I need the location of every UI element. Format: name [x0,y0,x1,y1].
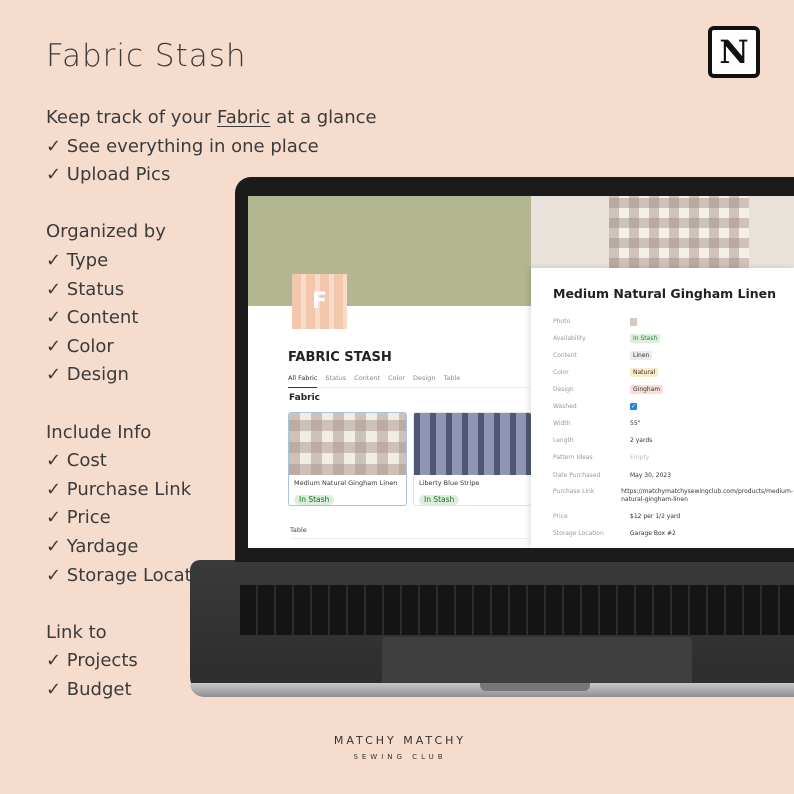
page-title: FABRIC STASH [288,350,392,365]
value-text: May 30, 2023 [630,472,672,479]
property-value[interactable]: Garage Box #2 [630,530,793,538]
property-label: Width [553,420,571,427]
property-value[interactable]: Empty [630,454,793,462]
brand-logo: MATCHY MATCHY SEWING CLUB [333,734,467,761]
property-label: Photo [553,318,571,325]
trackpad [382,637,692,685]
property-row: Storage Location Garage Box #2 [553,530,793,538]
property-label: Length [553,437,574,444]
detail-cover [531,196,794,268]
tab-status[interactable]: Status [325,374,346,382]
value-text: Gingham [630,385,664,394]
property-value[interactable]: $12 per 1/2 yard [630,513,793,521]
property-label: Storage Location [553,530,604,537]
notion-logo: N [708,26,760,78]
value-text: Garage Box #2 [630,530,676,537]
tab-table-view[interactable]: Table [290,526,530,539]
property-value[interactable]: 2 yards [630,437,793,445]
property-label: Date Purchased [553,472,601,479]
value-text: 2 yards [630,437,653,444]
property-value[interactable]: 55" [630,420,793,428]
value-text [630,318,637,326]
property-label: Availability [553,335,586,342]
property-row: Purchase Link https://matchymatchysewingc… [553,488,793,504]
property-value[interactable]: May 30, 2023 [630,472,793,480]
property-row: Content Linen [553,351,793,360]
feature: ✓ See everything in one place [46,135,319,157]
heading: Fabric Stash [46,38,247,74]
card-name: Medium Natural Gingham Linen [294,479,398,487]
property-row: Pattern Ideas Empty [553,454,793,462]
fabric-photo [289,413,406,475]
view-tabs: All Fabric Status Content Color Design T… [288,374,530,388]
property-value[interactable]: ✓ [630,403,793,411]
value-text: ✓ [630,403,637,410]
tab-color[interactable]: Color [388,374,405,382]
property-value[interactable]: https://matchymatchysewingclub.com/produ… [621,488,793,504]
value-text: In Stash [630,334,661,343]
value-text: Natural [630,368,659,377]
tab-table[interactable]: Table [443,374,460,382]
property-label: Pattern Ideas [553,454,593,461]
keyboard [240,585,794,635]
detail-title: Medium Natural Gingham Linen [553,286,777,301]
card-name: Liberty Blue Stripe [419,479,480,487]
property-label: Design [553,386,574,393]
property-row: Length 2 yards [553,437,793,445]
property-row: Design Gingham [553,385,793,394]
property-row: Availability In Stash [553,334,793,343]
property-row: Washed ✓ [553,403,793,411]
tab-design[interactable]: Design [413,374,435,382]
value-text: Empty [630,454,650,461]
property-label: Price [553,513,568,520]
tab-all-fabric[interactable]: All Fabric [288,374,318,388]
property-row: Date Purchased May 30, 2023 [553,472,793,480]
page-cover [248,196,531,306]
fabric-card[interactable]: Medium Natural Gingham Linen In Stash [288,412,407,506]
property-value[interactable]: Natural [630,368,793,377]
intro: Keep track of your Fabric at a glance [46,107,377,128]
status-badge: In Stash [419,495,460,505]
fabric-photo [414,413,531,475]
property-row: Price $12 per 1/2 yard [553,513,793,521]
page-icon: F [292,274,347,329]
property-value[interactable]: In Stash [630,334,793,343]
tab-content[interactable]: Content [354,374,380,382]
property-label: Washed [553,403,577,410]
laptop-notch [480,683,590,691]
value-text: https://matchymatchysewingclub.com/produ… [621,488,793,503]
value-text: Linen [630,351,653,360]
notion-screen: F FABRIC STASH All Fabric Status Content… [248,196,794,548]
fabric-card[interactable]: Liberty Blue Stripe In Stash [413,412,532,506]
value-text: 55" [630,420,641,427]
property-row: Color Natural [553,368,793,377]
value-text: $12 per 1/2 yard [630,513,681,520]
property-value[interactable] [630,318,793,329]
property-label: Purchase Link [553,488,595,495]
property-value[interactable]: Gingham [630,385,793,394]
status-badge: In Stash [294,495,335,505]
property-label: Color [553,369,569,376]
section-title: Fabric [289,393,320,403]
property-value[interactable]: Linen [630,351,793,360]
property-label: Content [553,352,577,359]
detail-panel: Medium Natural Gingham Linen Photo Availa… [531,268,794,548]
property-row: Photo [553,318,793,329]
property-row: Width 55" [553,420,793,428]
